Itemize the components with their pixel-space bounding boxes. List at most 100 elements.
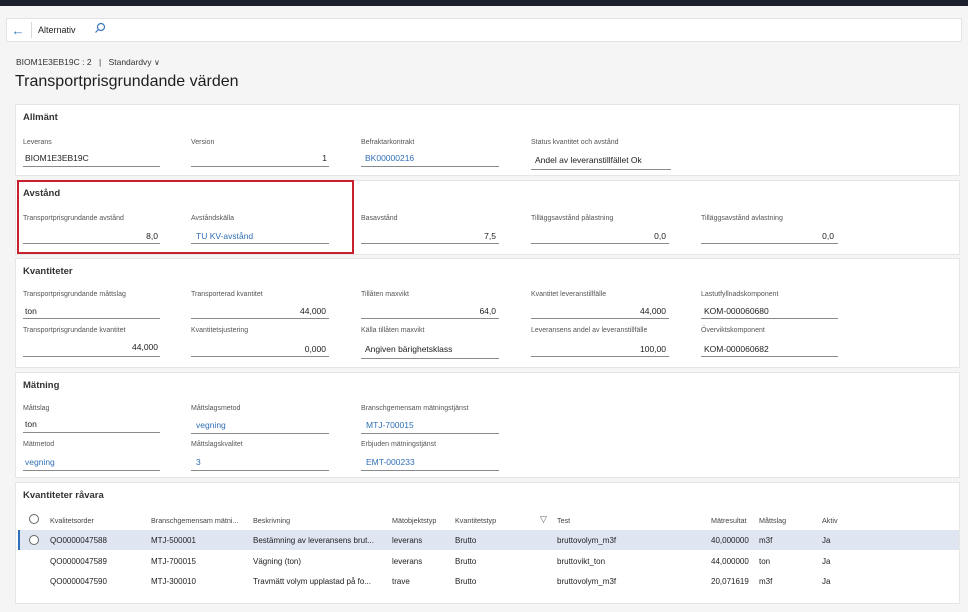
chevron-down-icon[interactable]: ∨ [154,58,160,67]
record-id: BIOM1E3EB19C : 2 [16,57,92,67]
section-measurement: Mätning [15,372,960,478]
occasion-quantity-field[interactable]: 44,000 [531,306,666,316]
table-cell: leverans [392,557,423,566]
transported-quantity-field[interactable]: 44,000 [191,306,326,316]
field-label: Transportprisgrundande avstånd [23,215,124,222]
table-cell: MTJ-500001 [151,536,196,545]
measure-method-link[interactable]: vegning [25,457,55,467]
page-title: Transportprisgrundande värden [15,73,239,90]
field-label: Källa tillåten maxvikt [361,327,425,334]
table-cell[interactable]: QO0000047590 [50,577,107,586]
max-weight-source-field[interactable]: Angiven bärighetsklass [365,344,452,354]
field-label: Avståndskälla [191,215,235,222]
field-label: Basavstånd [361,215,398,222]
status-field[interactable]: Andel av leveranstillfället Ok [535,155,642,165]
column-header[interactable]: Test [557,516,570,525]
row-radio-icon[interactable] [29,535,39,545]
table-cell: Brutto [455,557,477,566]
max-weight-field[interactable]: 64,0 [361,306,496,316]
table-cell: Ja [822,557,831,566]
field-label: Kvantitet leveranstillfälle [531,291,607,298]
table-cell: Brutto [455,536,477,545]
offered-service-link[interactable]: EMT-000233 [366,457,415,467]
back-arrow-icon[interactable]: ← [7,23,29,38]
table-cell: m3f [759,577,773,586]
table-cell: Ja [822,536,831,545]
table-cell: bruttovolym_m3f [557,536,617,545]
window-top-bar [0,0,968,6]
field-label: Leverans [23,139,52,146]
column-header[interactable]: Mätresultat [711,516,747,525]
column-header[interactable]: Beskrivning [253,516,290,525]
breadcrumb: BIOM1E3EB19C : 2 | Standardvy ∨ [16,57,160,67]
table-cell: leverans [392,536,423,545]
column-header[interactable]: Branschgemensam mätni... [151,516,239,525]
field-label: Måttslag [23,405,50,412]
table-cell: 44,000000 [711,557,749,566]
options-tab[interactable]: Alternativ [38,25,76,35]
table-cell: Ja [822,577,831,586]
quantity-adjustment-field[interactable]: 0,000 [191,344,326,354]
filter-icon[interactable]: ▽ [540,514,547,525]
delivery-field[interactable]: BIOM1E3EB19C [25,153,89,163]
field-label: Måttslagsmetod [191,405,241,412]
base-distance-field[interactable]: 7,5 [361,231,496,241]
field-label: Tillåten maxvikt [361,291,409,298]
unit-method-link[interactable]: vegning [196,420,226,430]
field-label: Erbjuden mätningstjänst [361,441,437,448]
column-header[interactable]: Mätobjektstyp [392,516,436,525]
column-header[interactable]: Kvalitetsorder [50,516,94,525]
section-title: Kvantiteter [23,266,73,277]
industry-service-link[interactable]: MTJ-700015 [366,420,414,430]
measurement-unit-field[interactable]: ton [25,419,37,429]
field-label: Tilläggsavstånd pålastning [531,215,614,222]
section-title: Kvantiteter råvara [23,490,104,501]
breadcrumb-separator: | [98,57,102,67]
section-title: Mätning [23,380,60,391]
view-selector[interactable]: Standardvy [109,57,152,67]
load-fill-component-field[interactable]: KOM-000060680 [704,306,769,316]
transport-quantity-field[interactable]: 44,000 [23,342,158,352]
column-header[interactable]: Måttslag [759,516,786,525]
unit-field[interactable]: ton [25,306,37,316]
carrier-contract-link[interactable]: BK00000216 [365,153,414,163]
field-label: Transportprisgrundande kvantitet [23,327,126,334]
field-label: Branschgemensam mätningstjänst [361,405,469,412]
table-cell: 40,000000 [711,536,749,545]
field-label: Mätmetod [23,441,55,448]
table-cell: Travmätt volym upplastad på fo... [253,577,371,586]
unloading-distance-field[interactable]: 0,0 [701,231,834,241]
overweight-component-field[interactable]: KOM-000060682 [704,344,769,354]
search-icon[interactable] [94,21,106,39]
field-label: Status kvantitet och avstånd [531,139,619,146]
field-label: Befraktarkontrakt [361,139,415,146]
loading-distance-field[interactable]: 0,0 [531,231,666,241]
table-cell: MTJ-700015 [151,557,196,566]
field-label: Version [191,139,215,146]
table-cell: ton [759,557,771,566]
select-all-radio-icon[interactable] [29,514,39,524]
unit-quality-link[interactable]: 3 [196,457,201,467]
divider [31,22,32,38]
version-field[interactable]: 1 [191,153,327,163]
field-label: Lastutfyllnadskomponent [701,291,779,298]
table-cell: m3f [759,536,773,545]
field-label: Transportprisgrundande måttslag [23,291,126,298]
table-cell: Brutto [455,577,477,586]
table-cell: trave [392,577,410,586]
delivery-share-field[interactable]: 100,00 [531,344,666,354]
distance-source-link[interactable]: TU KV-avstånd [196,231,253,241]
column-header[interactable]: Kvantitetstyp [455,516,496,525]
field-label: Måttslagskvalitet [191,441,243,448]
column-header[interactable]: Aktiv [822,516,838,525]
table-cell[interactable]: QO0000047589 [50,557,107,566]
transport-distance-field[interactable]: 8,0 [23,231,158,241]
table-cell: 20,071619 [711,577,749,586]
field-label: Transporterad kvantitet [191,291,263,298]
table-cell: Bestämning av leveransens brut... [253,536,374,545]
table-cell: bruttovikt_ton [557,557,606,566]
field-label: Kvantitetsjustering [191,327,249,334]
table-cell: bruttovolym_m3f [557,577,617,586]
table-cell[interactable]: QO0000047588 [50,536,107,545]
table-cell: Vägning (ton) [253,557,302,566]
